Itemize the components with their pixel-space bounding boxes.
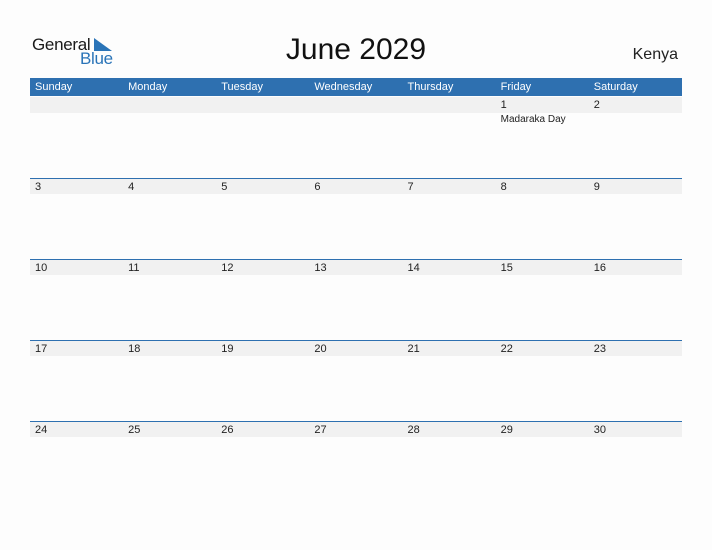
day-number (403, 97, 496, 113)
day-number: 13 (314, 262, 327, 274)
day-number: 21 (407, 343, 420, 355)
day-event (216, 114, 309, 125)
day-number: 28 (407, 424, 420, 436)
day-number: 1 (500, 99, 507, 111)
weekday-sunday: Sunday (35, 81, 73, 93)
day-number: 27 (314, 424, 327, 436)
calendar-title: June 2029 (285, 33, 427, 66)
date-strip: 12 (30, 97, 682, 113)
day-number: 6 (314, 181, 321, 193)
day-number: 29 (500, 424, 513, 436)
day-number: 26 (221, 424, 234, 436)
day-number: 20 (314, 343, 327, 355)
day-number: 14 (407, 262, 420, 274)
weekday-friday: Friday (500, 81, 532, 93)
day-number (123, 97, 216, 113)
day-number: 16 (593, 262, 606, 274)
day-number: 18 (128, 343, 141, 355)
day-event (589, 114, 682, 125)
day-number (216, 97, 309, 113)
day-number: 5 (221, 181, 228, 193)
weekday-saturday: Saturday (593, 81, 638, 93)
date-strip: 3 4 5 6 7 8 9 (30, 178, 682, 194)
day-number: 9 (593, 181, 600, 193)
country-label: Kenya (632, 46, 678, 63)
day-event: Madaraka Day (500, 114, 566, 125)
day-number (309, 97, 402, 113)
week-row: 24 25 26 27 28 29 30 (30, 421, 682, 502)
date-strip: 24 25 26 27 28 29 30 (30, 421, 682, 437)
day-number: 12 (221, 262, 234, 274)
day-event (309, 114, 402, 125)
day-number: 11 (128, 262, 140, 274)
date-strip: 17 18 19 20 21 22 23 (30, 340, 682, 356)
weekday-monday: Monday (128, 81, 168, 93)
day-number: 17 (35, 343, 48, 355)
weekday-thursday: Thursday (407, 81, 454, 93)
day-number: 10 (35, 262, 48, 274)
day-number: 4 (128, 181, 135, 193)
day-event (30, 114, 123, 125)
day-number: 25 (128, 424, 141, 436)
week-row: 1 2 Madaraka Day (30, 97, 682, 178)
date-strip: 10 11 12 13 14 15 16 (30, 259, 682, 275)
week-row: 10 11 12 13 14 15 16 (30, 259, 682, 340)
events-row: Madaraka Day (30, 114, 682, 125)
day-event (123, 114, 216, 125)
weekday-wednesday: Wednesday (314, 81, 373, 93)
weekday-tuesday: Tuesday (221, 81, 264, 93)
day-number: 8 (500, 181, 507, 193)
day-event (403, 114, 496, 125)
day-number: 2 (593, 99, 600, 111)
day-number: 23 (593, 343, 606, 355)
day-number: 7 (407, 181, 414, 193)
day-number: 15 (500, 262, 513, 274)
day-number: 24 (35, 424, 48, 436)
week-row: 3 4 5 6 7 8 9 (30, 178, 682, 259)
day-number: 30 (593, 424, 606, 436)
day-number: 19 (221, 343, 234, 355)
day-number (30, 97, 123, 113)
day-number: 22 (500, 343, 513, 355)
day-number: 3 (35, 181, 42, 193)
week-row: 17 18 19 20 21 22 23 (30, 340, 682, 421)
weekday-header: Sunday Monday Tuesday Wednesday Thursday… (30, 78, 682, 96)
